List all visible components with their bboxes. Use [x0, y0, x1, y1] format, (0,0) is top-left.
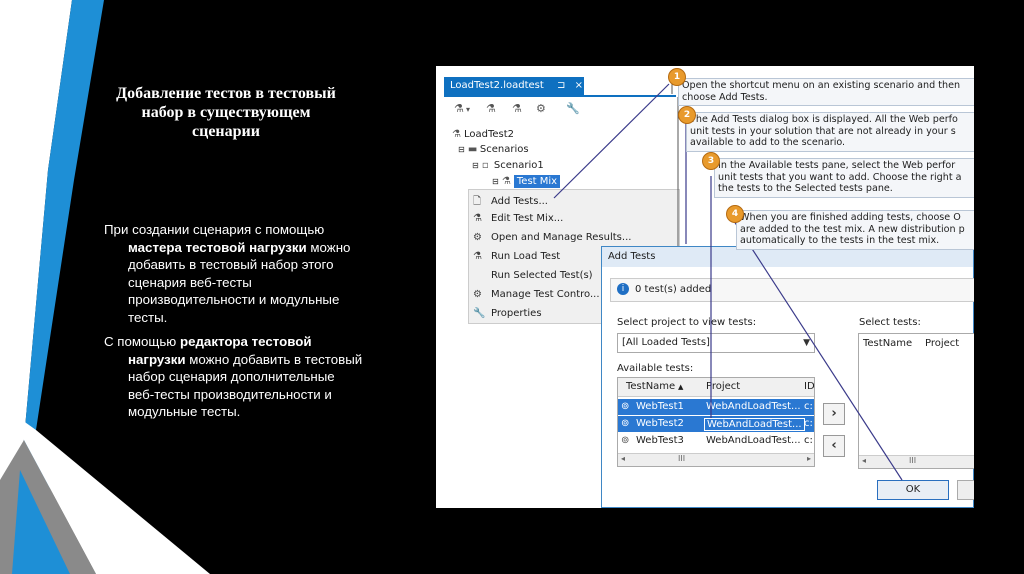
slide-title: Добавление тестов в тестовый набор в сущ…	[116, 85, 336, 140]
callout-badge: 3	[702, 152, 720, 170]
callout-line: unit tests in your solution that are not…	[690, 125, 956, 137]
callout-line: When you are finished adding tests, choo…	[740, 212, 961, 223]
para1-bold: мастера тестовой нагрузки	[128, 239, 307, 255]
callout-2: The Add Tests dialog box is displayed. A…	[686, 112, 974, 152]
para2-text-start: С помощью	[104, 334, 180, 349]
callout-line: In the Available tests pane, select the …	[718, 160, 956, 171]
slide-paragraph-2: С помощью редактора тестовой нагрузки мо…	[104, 333, 364, 421]
para1-text-start: При создании сценария с помощью	[104, 222, 325, 237]
callout-badge: 1	[668, 68, 686, 86]
vs-screenshot: LoadTest2.loadtest ⊐ × ⚗ ▾ ⚗ ⚗ ⚙ 🔧 ⚗ Load…	[436, 66, 974, 508]
callout-1: Open the shortcut menu on an existing sc…	[678, 78, 974, 106]
callout-line: available to add to the scenario.	[690, 137, 846, 148]
callout-badge: 4	[726, 205, 744, 223]
callout-line: the tests to the Selected tests pane.	[718, 183, 893, 194]
callout-line: unit tests that you want to add. Choose …	[718, 171, 962, 183]
callout-line: choose Add Tests.	[682, 91, 768, 103]
slide-paragraph-1: При создании сценария с помощью мастера …	[104, 221, 364, 326]
callout-line: automatically to the tests in the test m…	[740, 235, 940, 246]
callout-line: The Add Tests dialog box is displayed. A…	[690, 114, 958, 125]
callout-4: When you are finished adding tests, choo…	[736, 210, 974, 250]
callout-badge: 2	[678, 106, 696, 124]
callout-3: In the Available tests pane, select the …	[714, 158, 974, 198]
callout-line: are added to the test mix. A new distrib…	[740, 223, 965, 235]
callout-line: Open the shortcut menu on an existing sc…	[682, 80, 961, 91]
